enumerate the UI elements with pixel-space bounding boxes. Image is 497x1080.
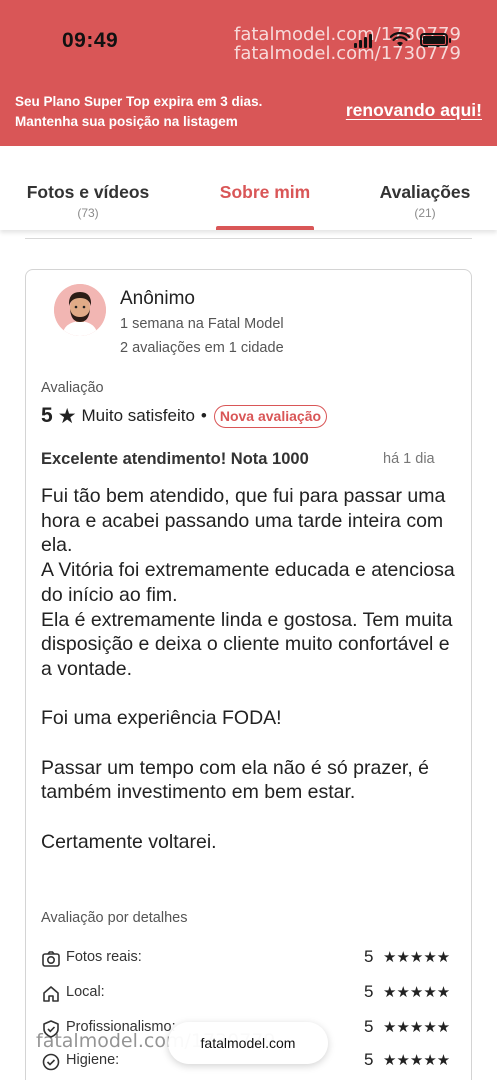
reviewer-name: Anônimo — [120, 288, 195, 309]
reviewer-tenure: 1 semana na Fatal Model — [120, 316, 284, 332]
detail-score: 5 — [364, 1017, 374, 1036]
tab-about-me[interactable]: Sobre mim — [214, 182, 316, 203]
details-caption: Avaliação por detalhes — [41, 910, 188, 926]
review-body: Fui tão bem atendido, que fui para passa… — [41, 484, 459, 855]
detail-score: 5 — [364, 1050, 374, 1069]
status-time: 09:49 — [62, 29, 119, 52]
detail-stars: ★★★★★ — [383, 1052, 451, 1069]
rating-text: Muito satisfeito — [81, 406, 195, 425]
plan-expiry-notice: Seu Plano Super Top expira em 3 dias. Ma… — [15, 92, 315, 132]
detail-score: 5 — [364, 982, 374, 1001]
detail-row-photos: Fotos reais: 5 ★★★★★ — [41, 947, 459, 971]
review-paragraph: Certamente voltarei. — [41, 830, 217, 853]
review-paragraph: Passar um tempo com ela não é só prazer,… — [41, 756, 430, 804]
detail-row-location: Local: 5 ★★★★★ — [41, 982, 459, 1006]
detail-label: Fotos reais: — [66, 949, 142, 965]
tab-label: Avaliações — [379, 182, 471, 202]
detail-stars: ★★★★★ — [383, 949, 451, 966]
plan-expiry-line1: Seu Plano Super Top expira em 3 dias. — [15, 94, 263, 109]
detail-label: Local: — [66, 984, 105, 1000]
detail-stars: ★★★★★ — [383, 984, 451, 1001]
active-tab-indicator — [216, 226, 314, 230]
review-paragraph: A Vitória foi extremamente educada e ate… — [41, 559, 455, 606]
avatar — [54, 284, 106, 336]
star-icon: ★ — [57, 404, 77, 428]
camera-icon — [42, 951, 60, 967]
review-paragraph: Fui tão bem atendido, que fui para passa… — [41, 485, 446, 557]
rating-score: 5 — [41, 404, 53, 427]
avatar-illustration-icon — [54, 284, 106, 336]
check-circle-icon — [42, 1053, 60, 1071]
browser-url-pill[interactable]: fatalmodel.com — [168, 1022, 328, 1064]
review-paragraph: Ela é extremamente linda e gostosa. Tem … — [41, 608, 453, 680]
reviewer-stats: 2 avaliações em 1 cidade — [120, 340, 284, 356]
new-review-badge: Nova avaliação — [213, 404, 328, 428]
tab-label: Fotos e vídeos — [26, 182, 150, 202]
divider — [25, 238, 472, 239]
review-time: há 1 dia — [383, 451, 435, 467]
review-title: Excelente atendimento! Nota 1000 — [41, 450, 309, 468]
plan-expiry-line2: Mantenha sua posição na listagem — [15, 114, 238, 129]
detail-label: Higiene: — [66, 1052, 120, 1068]
detail-stars: ★★★★★ — [383, 1019, 451, 1036]
rating-caption: Avaliação — [41, 380, 104, 396]
tab-count: (21) — [414, 206, 436, 220]
watermark-top-2: fatalmodel.com/1730779 — [234, 43, 461, 64]
separator-dot: • — [200, 406, 207, 425]
tab-label: Sobre mim — [219, 182, 311, 202]
home-icon — [43, 986, 59, 1002]
renew-plan-link[interactable]: renovando aqui! — [346, 100, 482, 121]
tab-count: (73) — [77, 206, 99, 220]
rating-row: 5 ★ Muito satisfeito • Nova avaliação — [41, 402, 328, 430]
tab-reviews[interactable]: Avaliações (21) — [376, 182, 474, 220]
tab-photos-videos[interactable]: Fotos e vídeos (73) — [24, 182, 152, 220]
review-paragraph: Foi uma experiência FODA! — [41, 707, 282, 730]
detail-score: 5 — [364, 947, 374, 966]
profile-tabs: Fotos e vídeos (73) Sobre mim Avaliações… — [0, 146, 497, 230]
